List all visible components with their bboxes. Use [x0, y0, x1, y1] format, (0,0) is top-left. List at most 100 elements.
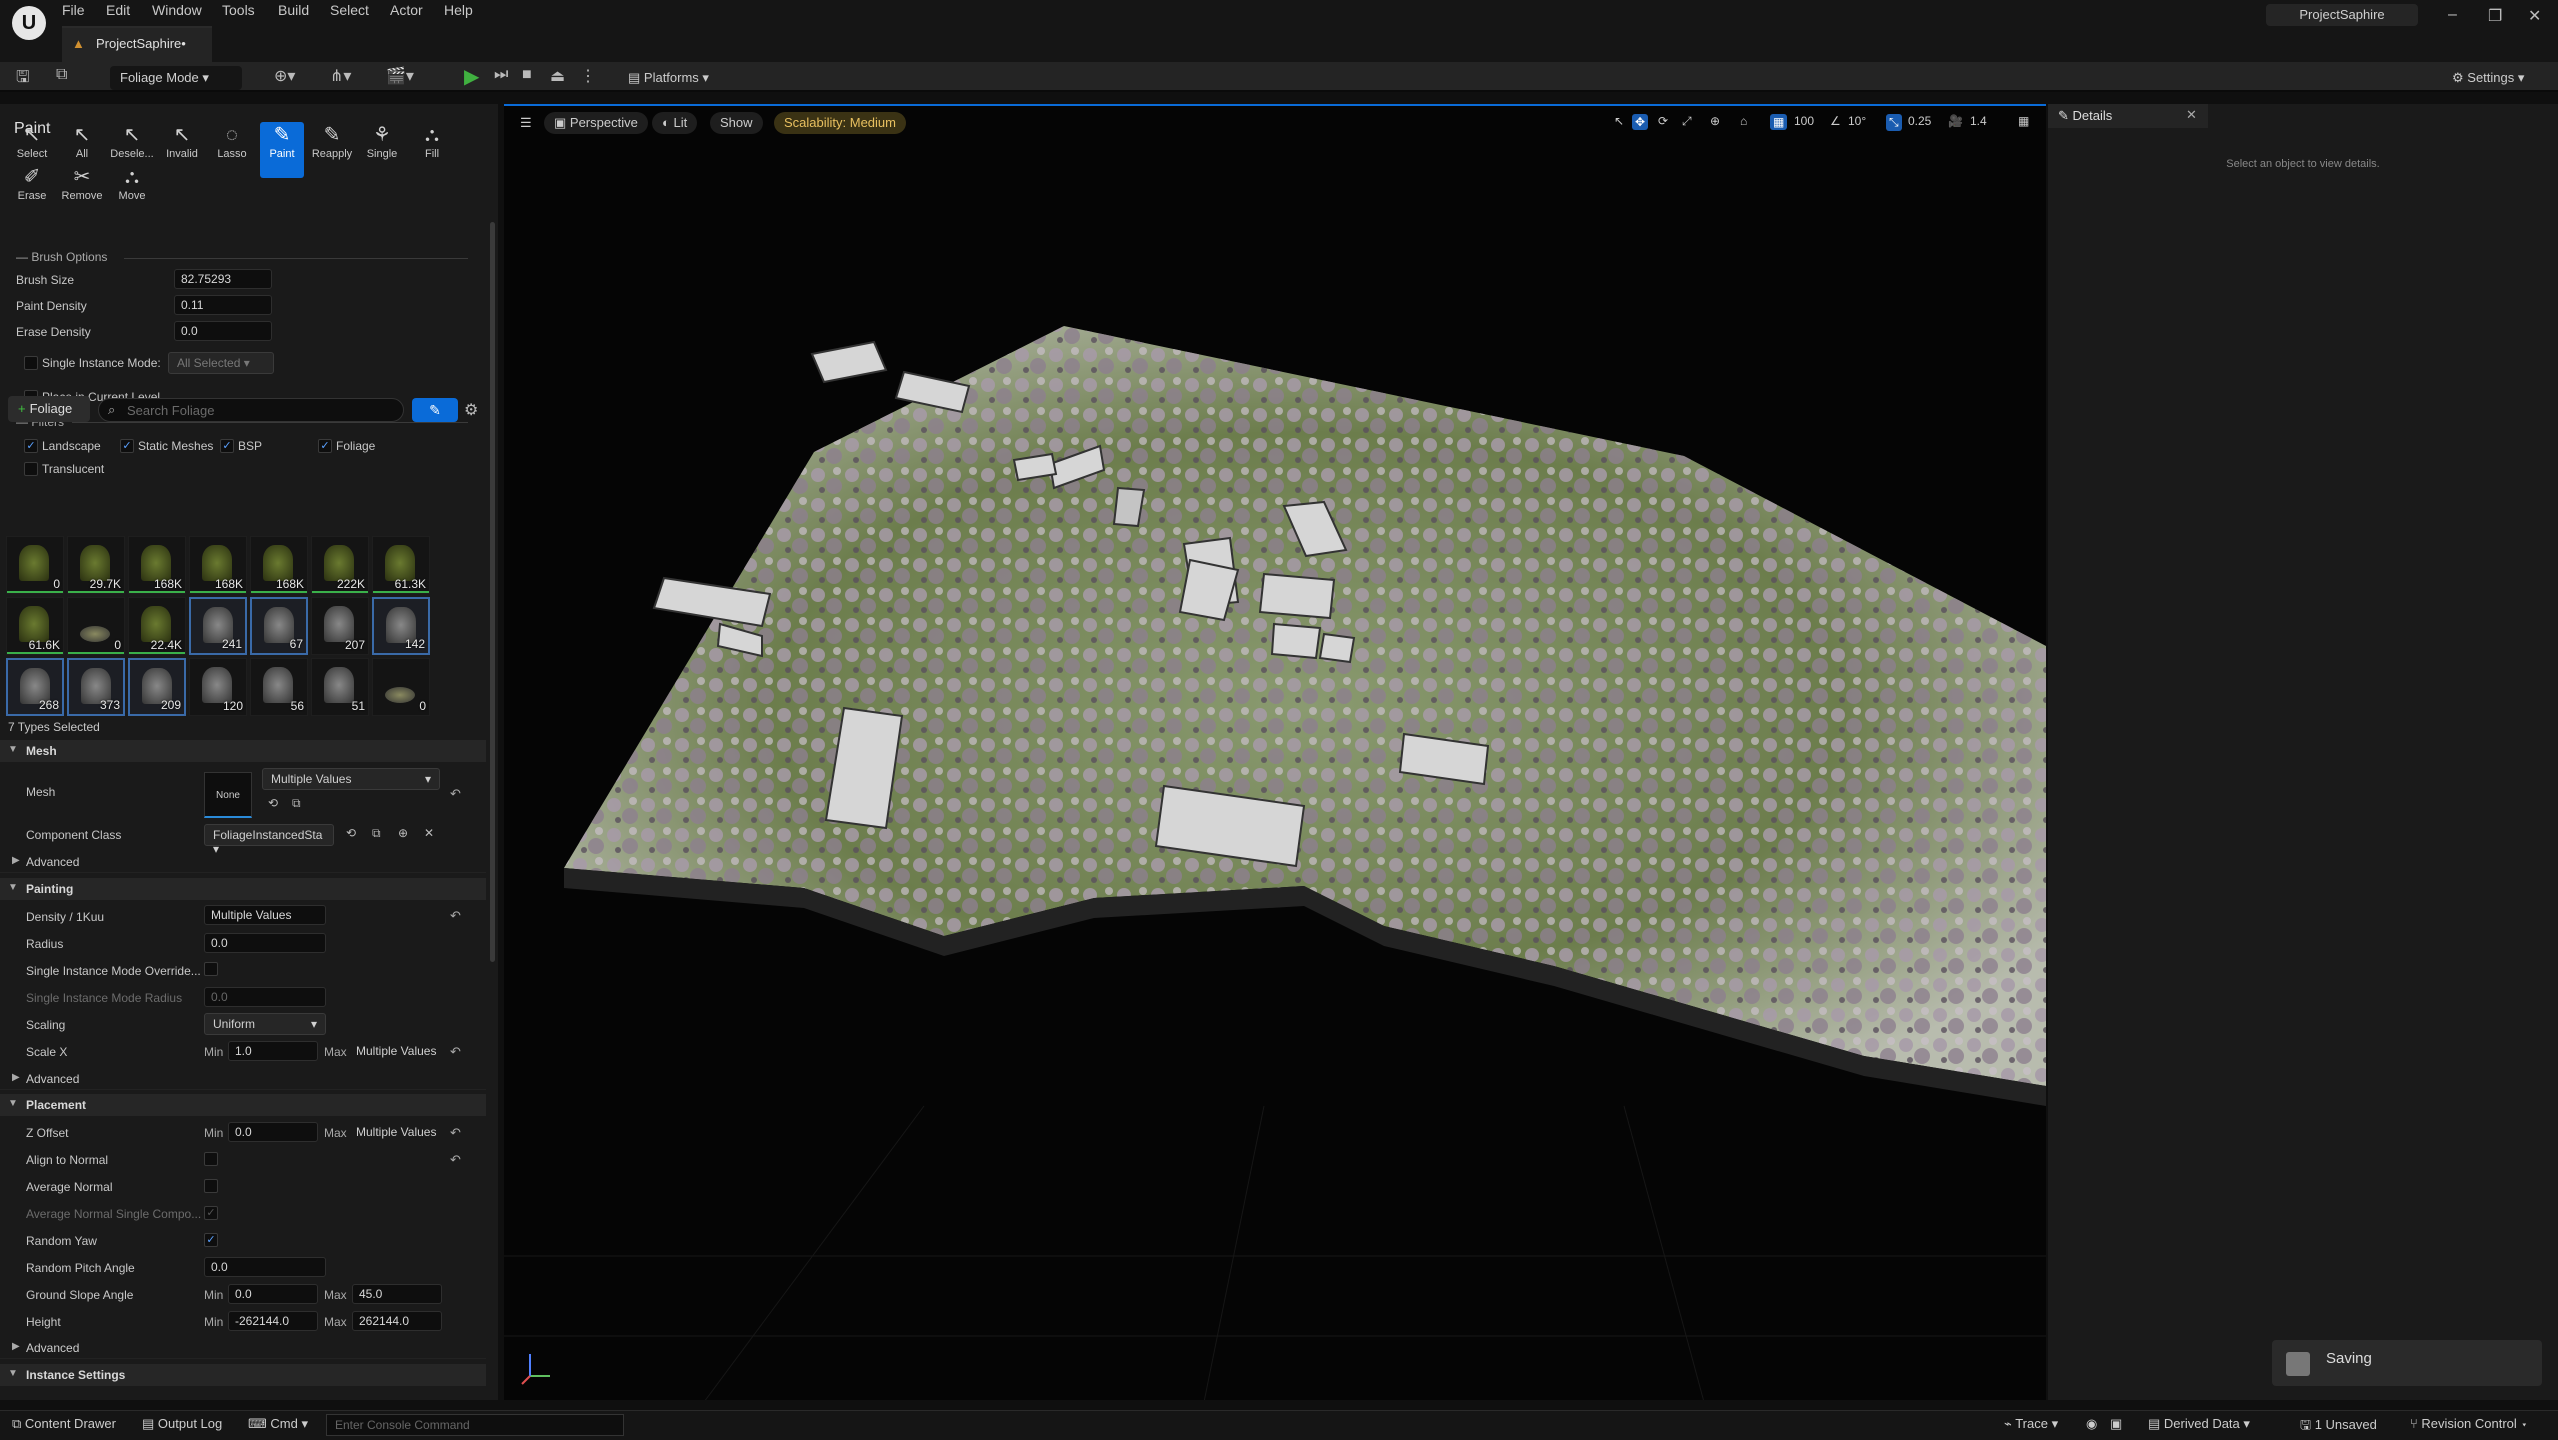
tool-move[interactable]: ⛬ Move	[110, 164, 154, 208]
mesh-dropdown[interactable]: Multiple Values ▾	[262, 768, 440, 790]
zoffset-min-field[interactable]: 0.0	[228, 1122, 318, 1142]
menu-edit[interactable]: Edit	[106, 2, 130, 18]
panel-scrollbar[interactable]	[490, 222, 495, 962]
scalex-max-value[interactable]: Multiple Values	[356, 1044, 436, 1058]
play-icon[interactable]: ▶	[464, 64, 486, 90]
derived-data-button[interactable]: ▤ Derived Data ▾	[2148, 1416, 2250, 1432]
paint-density-field[interactable]: 0.11	[174, 295, 272, 315]
close-icon[interactable]: ✕	[2528, 6, 2541, 26]
tool-erase[interactable]: ✐ Erase	[10, 164, 54, 208]
filter-foliage-checkbox[interactable]: ✓	[318, 439, 332, 453]
painting-section-header[interactable]: ▼ Painting	[0, 878, 486, 900]
foliage-tile[interactable]: 373	[67, 658, 125, 716]
translate-icon[interactable]: ✥	[1632, 114, 1649, 130]
single-instance-dropdown[interactable]: All Selected ▾	[168, 352, 274, 374]
foliage-tile[interactable]: 207	[311, 597, 369, 655]
placement-section-header[interactable]: ▼ Placement	[0, 1094, 486, 1116]
trace-button[interactable]: ⌁ Trace ▾	[2004, 1416, 2058, 1432]
cinematics-icon[interactable]: 🎬▾	[386, 66, 414, 86]
scalex-min-field[interactable]: 1.0	[228, 1041, 318, 1061]
align-normal-checkbox[interactable]	[204, 1152, 218, 1166]
add-content-icon[interactable]: ⊕▾	[274, 66, 295, 86]
layout-icon[interactable]: ▦	[2018, 114, 2029, 128]
foliage-tile[interactable]: 0	[6, 536, 64, 594]
perspective-button[interactable]: ▣ Perspective	[544, 112, 648, 134]
grid-size-value[interactable]: 100	[1794, 114, 1814, 128]
instance-settings-header[interactable]: ▼ Instance Settings	[0, 1364, 486, 1386]
add-foliage-button[interactable]: + Foliage	[8, 396, 90, 422]
menu-window[interactable]: Window	[152, 2, 202, 18]
record-icon[interactable]: ◉	[2086, 1416, 2097, 1432]
tool-invalid[interactable]: ↖ Invalid	[160, 122, 204, 178]
tab-details[interactable]: ✎ Details ✕	[2048, 104, 2208, 128]
output-log-button[interactable]: ▤ Output Log	[142, 1416, 222, 1432]
restore-icon[interactable]: ❐	[2488, 6, 2502, 26]
menu-build[interactable]: Build	[278, 2, 309, 18]
platforms-button[interactable]: ▤ Platforms ▾	[628, 66, 709, 90]
search-foliage-input[interactable]: ⌕ Search Foliage	[98, 398, 404, 422]
component-class-dropdown[interactable]: FoliageInstancedSta ▾	[204, 824, 334, 856]
random-yaw-checkbox[interactable]: ✓	[204, 1233, 218, 1247]
step-icon[interactable]: ⏭	[494, 66, 508, 84]
scalability-button[interactable]: Scalability: Medium	[774, 112, 906, 134]
foliage-tile[interactable]: 168K	[128, 536, 186, 594]
gear-icon[interactable]: ⚙	[464, 400, 478, 420]
foliage-tile[interactable]: 268	[6, 658, 64, 716]
rotate-icon[interactable]: ⟳	[1658, 114, 1668, 128]
brush-options-toggle[interactable]: — Brush Options	[16, 250, 107, 264]
height-min-field[interactable]: -262144.0	[228, 1311, 318, 1331]
sim-override-checkbox[interactable]	[204, 962, 218, 976]
brush-size-field[interactable]: 82.75293	[174, 269, 272, 289]
foliage-tile[interactable]: 56	[250, 658, 308, 716]
radius-field[interactable]: 0.0	[204, 933, 326, 953]
clear-icon[interactable]: ✕	[424, 826, 434, 840]
foliage-tile[interactable]: 51	[311, 658, 369, 716]
foliage-tile[interactable]: 142	[372, 597, 430, 655]
mesh-section-header[interactable]: ▼ Mesh	[0, 740, 486, 762]
lit-button[interactable]: ◐ Lit	[652, 112, 698, 134]
foliage-tile[interactable]: 120	[189, 658, 247, 716]
foliage-tile[interactable]: 168K	[189, 536, 247, 594]
zoffset-max-value[interactable]: Multiple Values	[356, 1125, 436, 1139]
foliage-tile[interactable]: 222K	[311, 536, 369, 594]
browse-icon[interactable]: ⧉	[56, 66, 67, 84]
height-max-field[interactable]: 262144.0	[352, 1311, 442, 1331]
level-viewport[interactable]: ☰ ▣ Perspective ◐ Lit Show Scalability: …	[504, 104, 2046, 1400]
single-instance-checkbox[interactable]	[24, 356, 38, 370]
eject-icon[interactable]: ⏏	[550, 66, 565, 86]
reset-icon[interactable]: ↶	[450, 786, 461, 802]
tool-reapply[interactable]: ✎ Reapply	[310, 122, 354, 178]
play-options-icon[interactable]: ⋮	[580, 66, 596, 86]
filter-bsp-checkbox[interactable]: ✓	[220, 439, 234, 453]
grid-snap-icon[interactable]: ▦	[1770, 114, 1788, 130]
select-mode-icon[interactable]: ↖	[1614, 114, 1624, 128]
scaling-dropdown[interactable]: Uniform ▾	[204, 1013, 326, 1035]
painting-advanced-toggle[interactable]: ▶ Advanced	[0, 1068, 486, 1090]
foliage-tile[interactable]: 209	[128, 658, 186, 716]
use-selected-icon[interactable]: ⟲	[268, 796, 278, 810]
foliage-tile[interactable]: 0	[67, 597, 125, 655]
menu-actor[interactable]: Actor	[390, 2, 423, 18]
tool-remove[interactable]: ✂ Remove	[60, 164, 104, 208]
save-icon[interactable]: 🖫	[16, 66, 30, 93]
scale-snap-icon[interactable]: ⤡	[1886, 114, 1902, 131]
reset-icon[interactable]: ↶	[450, 1152, 461, 1168]
pitch-field[interactable]: 0.0	[204, 1257, 326, 1277]
blueprint-icon[interactable]: ⋔▾	[330, 66, 351, 86]
surface-snap-icon[interactable]: ⌂	[1740, 114, 1747, 128]
use-selected-icon[interactable]: ⟲	[346, 826, 356, 840]
settings-button[interactable]: ⚙ Settings ▾	[2452, 66, 2524, 90]
scale-icon[interactable]: ⤢	[1682, 114, 1692, 129]
show-button[interactable]: Show	[710, 112, 763, 134]
foliage-tile[interactable]: 61.3K	[372, 536, 430, 594]
unreal-logo-icon[interactable]: U	[12, 6, 46, 40]
content-drawer-button[interactable]: ⧉ Content Drawer	[12, 1416, 116, 1432]
filter-translucent-checkbox[interactable]	[24, 462, 38, 476]
browse-asset-icon[interactable]: ⧉	[292, 796, 301, 811]
erase-density-field[interactable]: 0.0	[174, 321, 272, 341]
angle-value[interactable]: 10°	[1848, 114, 1866, 128]
foliage-tile[interactable]: 22.4K	[128, 597, 186, 655]
screenshot-icon[interactable]: ▣	[2110, 1416, 2122, 1432]
minimize-icon[interactable]: –	[2448, 6, 2457, 24]
menu-tools[interactable]: Tools	[222, 2, 255, 18]
